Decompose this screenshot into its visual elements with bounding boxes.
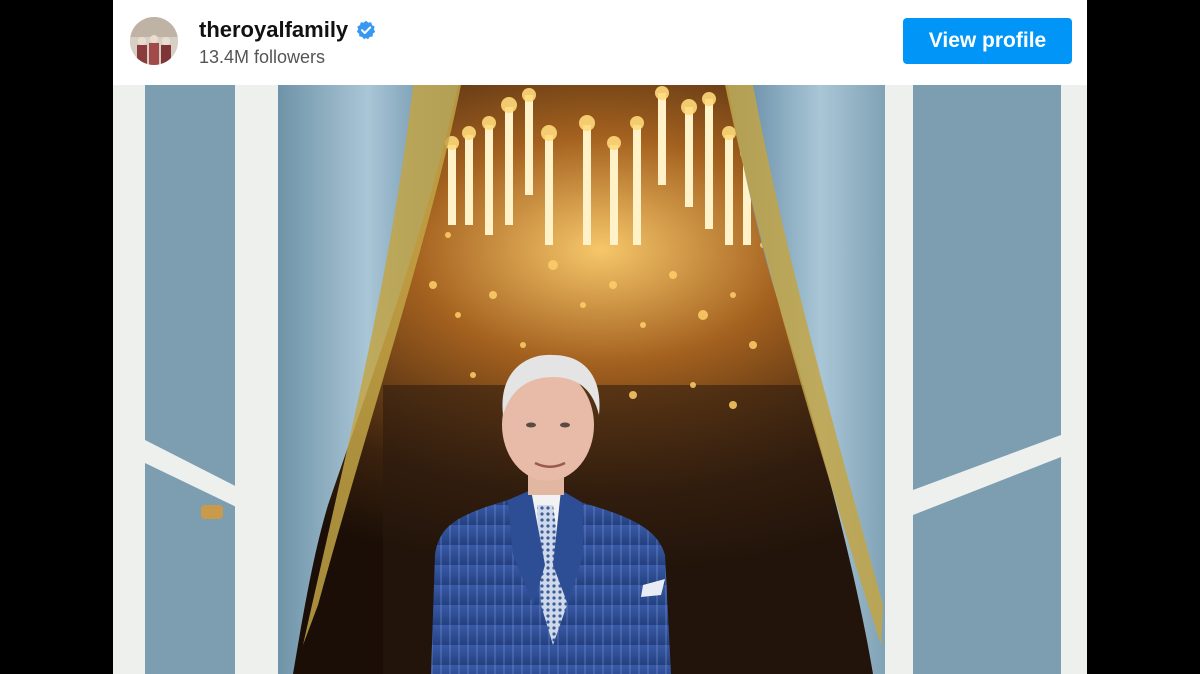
verified-badge-icon [356,20,376,40]
follower-count: 13.4M followers [199,47,326,67]
photo-illustration [113,85,1087,674]
username-link[interactable]: theroyalfamily [199,17,348,43]
avatar-image [130,17,178,65]
instagram-embed: theroyalfamily 13.4M followers View prof… [113,0,1087,674]
avatar[interactable] [130,17,178,65]
username-row: theroyalfamily [199,17,376,43]
view-profile-button[interactable]: View profile [903,18,1072,64]
post-photo[interactable] [113,85,1087,674]
post-header: theroyalfamily 13.4M followers View prof… [113,0,1087,85]
